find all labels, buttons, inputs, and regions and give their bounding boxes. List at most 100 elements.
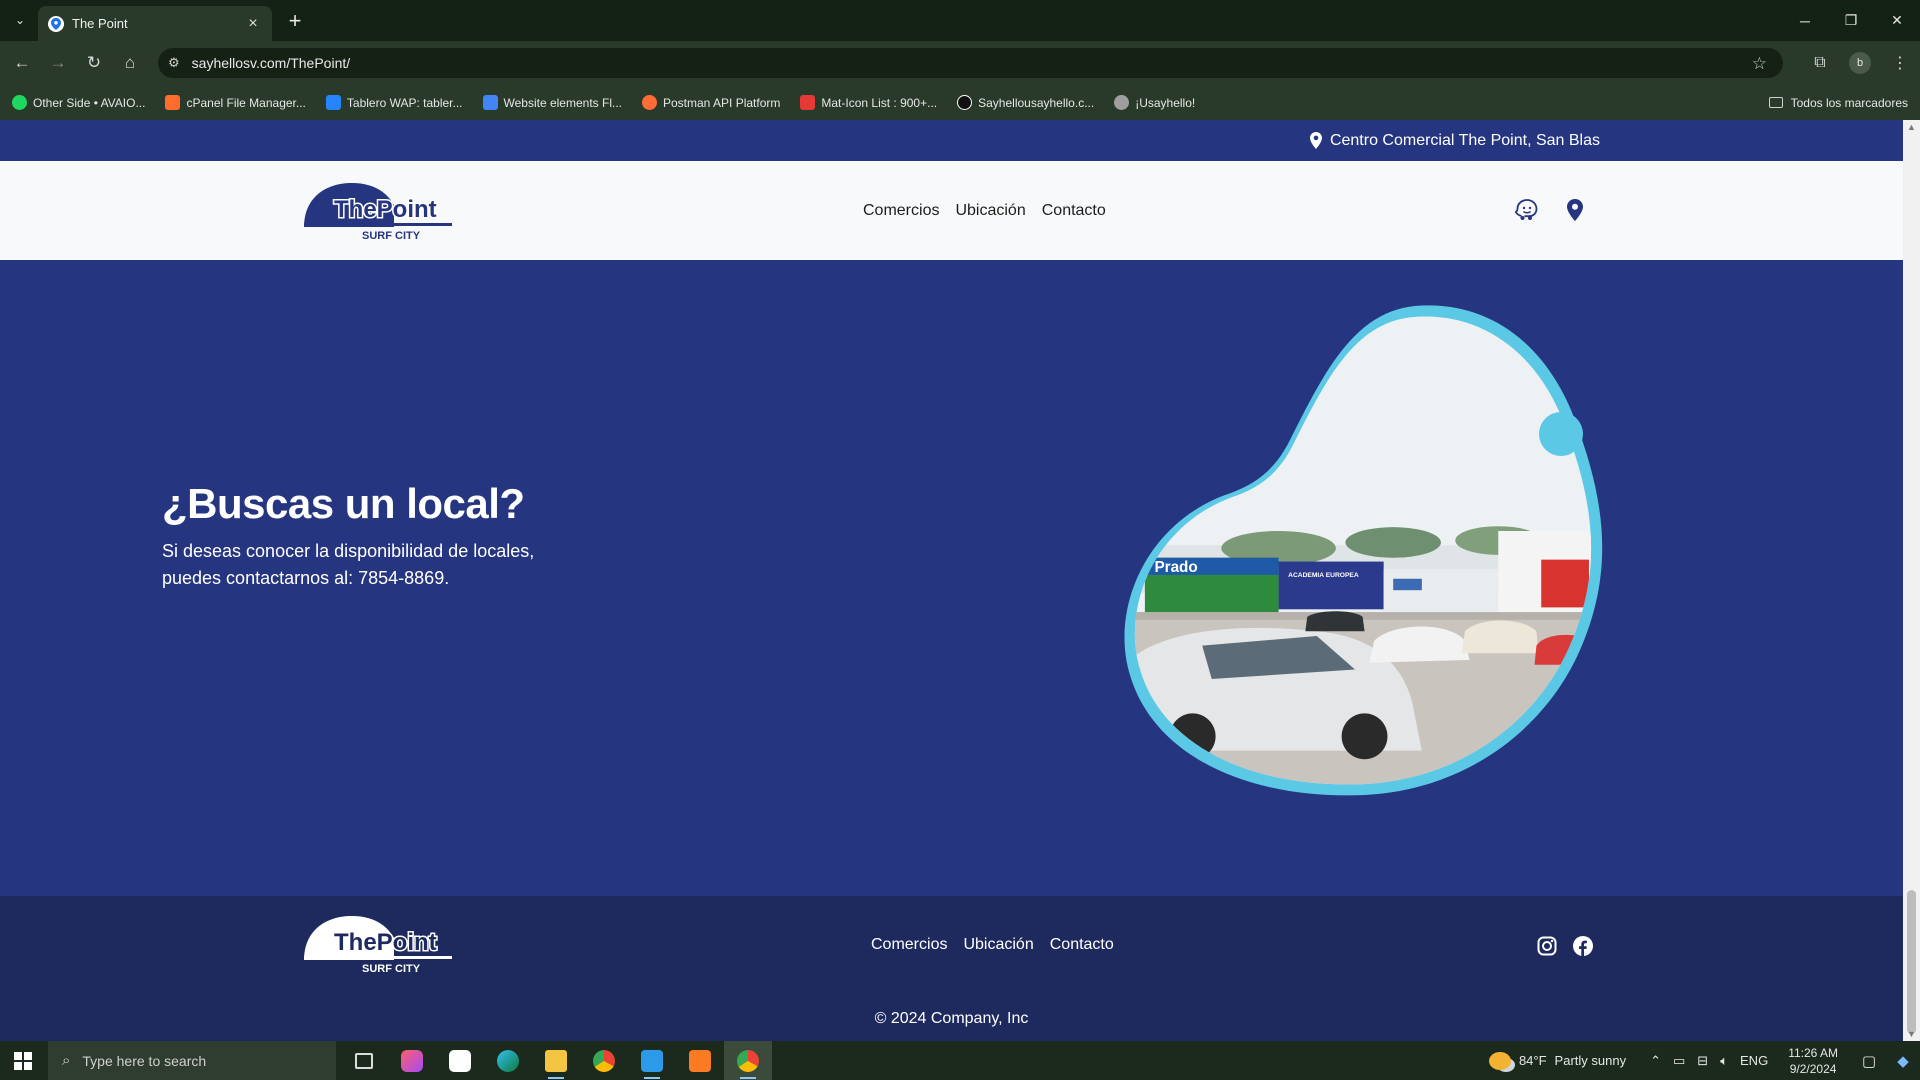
mall-photo-blob: Prado ACADEMIA EUROPEA [1124,305,1603,796]
file-explorer-icon[interactable] [532,1041,580,1080]
weather-widget[interactable]: 84°F Partly sunny [1488,1051,1626,1070]
topbar-location[interactable]: Centro Comercial The Point, San Blas [1309,120,1600,161]
browser-tab[interactable]: The Point × [38,6,272,41]
footer-link-comercios[interactable]: Comercios [871,936,947,954]
waze-icon[interactable] [1514,197,1540,223]
nav-link-comercios[interactable]: Comercios [863,202,939,220]
bookmark-item[interactable]: Mat-Icon List : 900+... [800,95,937,110]
site-header: ThePoint SURF CITY Comercios Ubicación C… [0,161,1903,260]
globe-icon [1114,95,1130,110]
chrome-icon[interactable] [580,1041,628,1080]
restore-icon[interactable]: ❐ [1828,0,1874,41]
language-indicator[interactable]: ENG [1740,1053,1768,1068]
svg-text:ThePoint: ThePoint [334,929,437,956]
tab-close-icon[interactable]: × [244,15,262,33]
window-controls: ─ ❐ ✕ [1782,0,1920,41]
xampp-icon[interactable] [676,1041,724,1080]
scroll-thumb[interactable] [1907,890,1916,1034]
minimize-icon[interactable]: ─ [1782,0,1828,41]
tab-title: The Point [72,16,128,31]
home-icon[interactable]: ⌂ [118,51,142,75]
footer-logo[interactable]: ThePoint SURF CITY [302,914,454,976]
bookmark-star-icon[interactable]: ☆ [1752,54,1767,74]
nav-link-contacto[interactable]: Contacto [1042,202,1106,220]
location-pin-icon[interactable] [1562,197,1588,223]
postman-icon [642,95,657,110]
nav-link-ubicacion[interactable]: Ubicación [955,202,1025,220]
browser-toolbar: ← → ↻ ⌂ ⚙ sayhellosv.com/ThePoint/ ☆ ⧉ b… [0,41,1920,85]
partly-sunny-icon [1488,1051,1511,1070]
cpanel-icon [165,95,181,110]
edge-icon[interactable] [484,1041,532,1080]
site-info-icon[interactable]: ⚙ [168,55,180,71]
notifications-icon[interactable]: ▢ [1852,1052,1886,1070]
svg-text:SURF CITY: SURF CITY [362,963,421,975]
all-bookmarks[interactable]: Todos los marcadores [1768,85,1908,120]
windows-start-icon[interactable] [0,1041,46,1080]
browser-menu-icon[interactable]: ⋮ [1880,53,1920,73]
bookmark-item[interactable]: Postman API Platform [642,95,780,110]
angular-icon [800,95,816,110]
site-topbar: Centro Comercial The Point, San Blas [0,120,1903,161]
folder-icon [1768,97,1783,108]
bookmark-item[interactable]: ¡Usayhello! [1114,95,1195,110]
hero-text: Si deseas conocer la disponibilidad de l… [162,541,535,588]
meet-icon[interactable]: ▭ [1673,1053,1685,1069]
bookmarks-bar: Other Side • AVAIO... cPanel File Manage… [0,85,1920,120]
main-nav: Comercios Ubicación Contacto [863,161,1122,260]
task-view-icon[interactable] [340,1041,388,1080]
clock[interactable]: 11:26 AM 9/2/2024 [1788,1045,1838,1077]
capcut-icon[interactable] [436,1041,484,1080]
system-tray: 84°F Partly sunny ⌃ ▭ ⊟ 🔈︎ ENG 11:26 AM … [1488,1041,1920,1080]
windows-taskbar: ⌕ Type here to search 84°F Partly sunny … [0,1041,1920,1080]
scroll-up-icon[interactable]: ▲ [1907,122,1916,132]
spotify-icon [12,95,27,110]
the-point-logo[interactable]: ThePoint SURF CITY [302,181,454,243]
page-scrollbar[interactable]: ▲ ▼ [1903,120,1920,1041]
header-icons [1514,197,1610,223]
address-bar[interactable]: ⚙ sayhellosv.com/ThePoint/ ☆ [158,48,1783,78]
copilot-icon[interactable]: ◆ [1886,1052,1920,1070]
bookmark-item[interactable]: cPanel File Manager... [165,95,306,110]
footer-nav: Comercios Ubicación Contacto [871,936,1130,954]
sayhello-icon [957,95,973,110]
taskbar-search[interactable]: ⌕ Type here to search [48,1041,336,1080]
hero-section: ¿Buscas un local? Si deseas conocer la d… [0,260,1903,896]
site-footer: ThePoint SURF CITY Comercios Ubicación C… [0,896,1903,1041]
bookmark-item[interactable]: Other Side • AVAIO... [12,95,145,110]
forward-icon[interactable]: → [46,51,70,75]
extensions-icon[interactable]: ⧉ [1800,54,1840,72]
bookmark-item[interactable]: Tablero WAP: tabler... [325,95,463,110]
copyright: © 2024 Company, Inc [874,1010,1029,1027]
back-icon[interactable]: ← [10,51,34,75]
tab-search-icon[interactable]: ⌄ [8,8,32,32]
svg-text:ThePoint: ThePoint [334,196,437,223]
docs-icon [482,95,498,110]
page-viewport: Centro Comercial The Point, San Blas The… [0,120,1903,1041]
chevron-up-icon[interactable]: ⌃ [1650,1053,1661,1069]
url-text[interactable]: sayhellosv.com/ThePoint/ [192,55,350,71]
browser-tab-bar: ⌄ The Point × + ─ ❐ ✕ [0,0,1920,41]
vscode-icon[interactable] [628,1041,676,1080]
facebook-icon[interactable] [1571,934,1595,958]
new-tab-icon[interactable]: + [282,8,308,34]
reload-icon[interactable]: ↻ [82,51,106,75]
footer-link-ubicacion[interactable]: Ubicación [963,936,1033,954]
photo-editor-icon[interactable] [388,1041,436,1080]
chrome-profile-icon[interactable] [724,1041,772,1080]
footer-link-contacto[interactable]: Contacto [1050,936,1114,954]
network-icon[interactable]: ⊟ [1697,1053,1708,1069]
hero-title: ¿Buscas un local? [162,480,525,527]
profile-avatar[interactable]: b [1849,52,1871,74]
search-icon: ⌕ [62,1052,71,1069]
svg-text:Prado: Prado [1154,559,1197,576]
scroll-down-icon[interactable]: ▼ [1907,1029,1916,1039]
volume-icon[interactable]: 🔈︎ [1720,1053,1728,1069]
close-window-icon[interactable]: ✕ [1874,0,1920,41]
bookmark-item[interactable]: Website elements Fl... [482,95,622,110]
map-pin-icon [1309,132,1322,149]
social-links [1535,934,1607,958]
instagram-icon[interactable] [1535,934,1559,958]
bookmark-item[interactable]: Sayhellousayhello.c... [957,95,1094,110]
map-pin-favicon-icon [48,15,64,32]
